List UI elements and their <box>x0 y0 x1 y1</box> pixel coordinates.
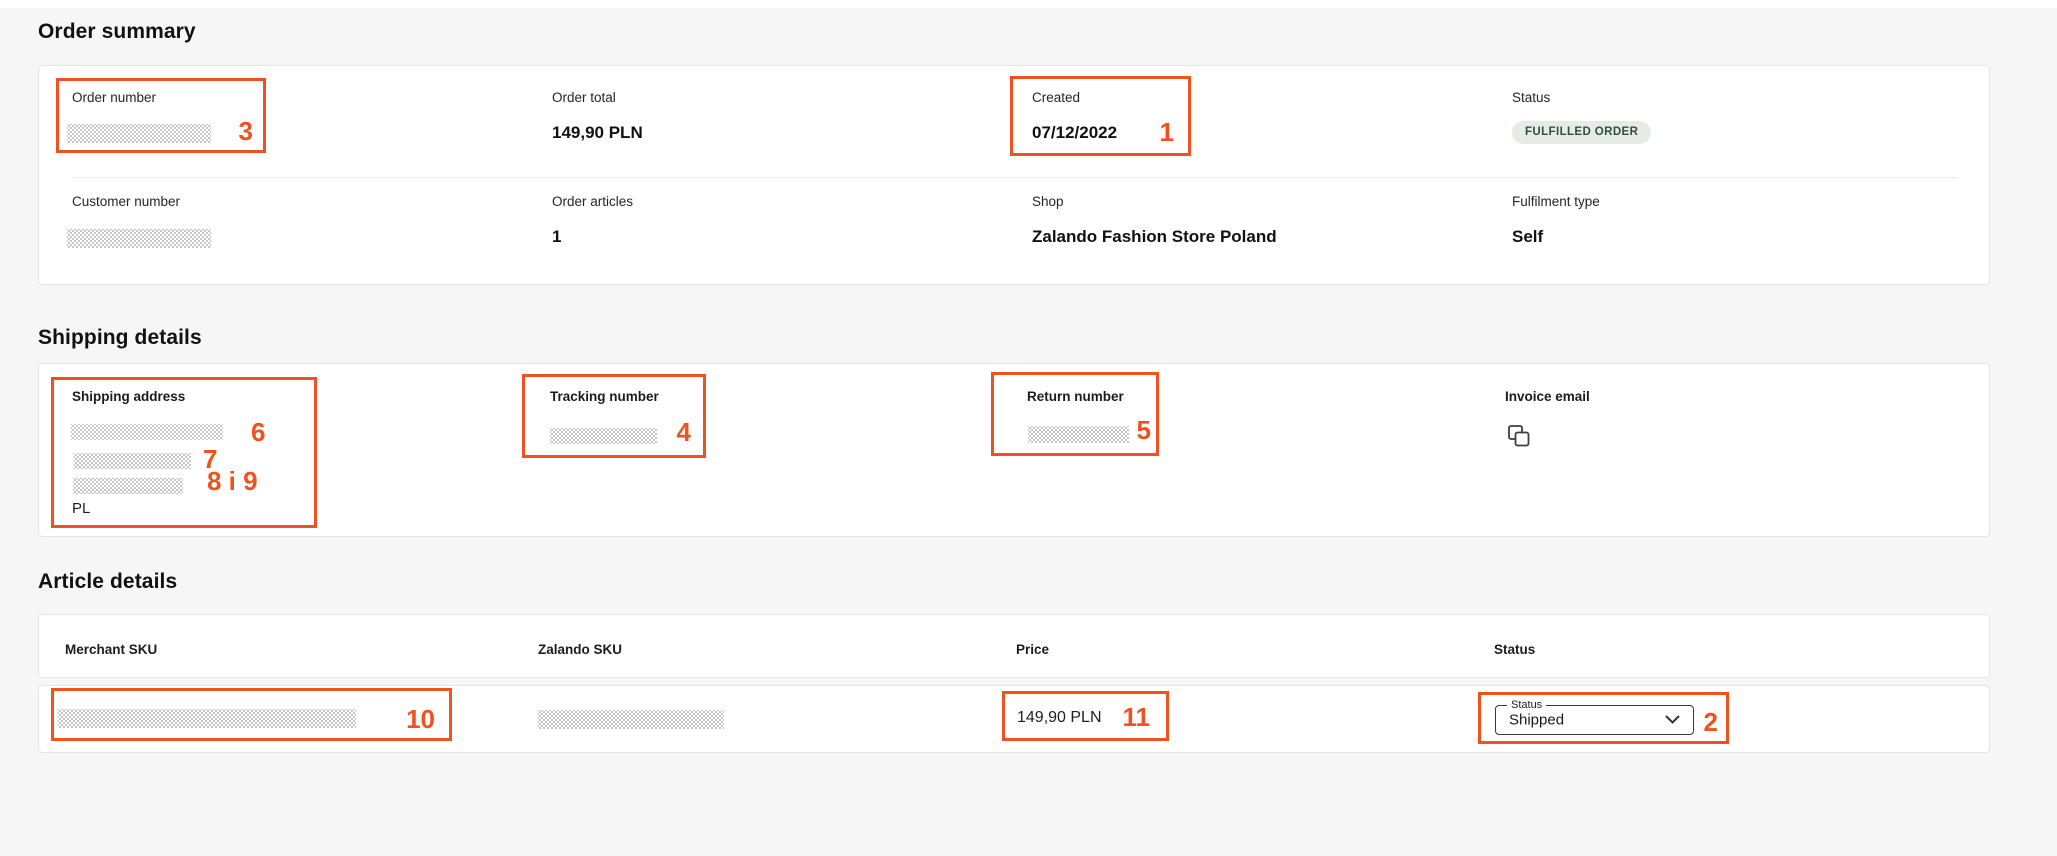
order-articles-value: 1 <box>552 227 561 247</box>
article-details-heading: Article details <box>38 570 177 594</box>
order-articles-label: Order articles <box>552 194 633 210</box>
shop-label: Shop <box>1032 194 1064 210</box>
order-total-value: 149,90 PLN <box>552 123 643 143</box>
fulfilment-type-value: Self <box>1512 227 1543 247</box>
annotation-number-6: 6 <box>251 419 265 445</box>
created-label: Created <box>1032 90 1080 106</box>
article-table-header: Merchant SKU Zalando SKU Price Status <box>38 614 1990 678</box>
customer-number-label: Customer number <box>72 194 180 210</box>
return-number-redacted <box>1028 426 1129 443</box>
shipping-details-card: Shipping address Tracking number Return … <box>38 363 1990 537</box>
order-total-label: Order total <box>552 90 616 106</box>
status-label: Status <box>1512 90 1550 106</box>
top-strip <box>0 0 2057 8</box>
shop-value: Zalando Fashion Store Poland <box>1032 227 1277 247</box>
status-select-value: Shipped <box>1509 712 1564 729</box>
tracking-number-label: Tracking number <box>550 389 659 405</box>
fulfilment-type-label: Fulfilment type <box>1512 194 1600 210</box>
order-number-label: Order number <box>72 90 156 106</box>
annotation-number-8i9: 8 i 9 <box>207 468 258 494</box>
row-divider <box>72 177 1958 178</box>
col-zalando-sku: Zalando SKU <box>538 642 622 658</box>
col-merchant-sku: Merchant SKU <box>65 642 157 658</box>
article-price: 149,90 PLN <box>1017 709 1102 727</box>
merchant-sku-redacted <box>58 709 356 728</box>
col-status: Status <box>1494 642 1535 658</box>
order-detail-page: Order summary Order number Order total C… <box>0 0 2057 856</box>
order-summary-card: Order number Order total Created Status … <box>38 65 1990 285</box>
article-table-row: 149,90 PLN Status Shipped <box>38 685 1990 753</box>
chevron-down-icon <box>1665 711 1680 729</box>
copy-icon[interactable] <box>1507 424 1531 448</box>
order-summary-heading: Order summary <box>38 20 196 44</box>
customer-number-redacted <box>67 229 211 248</box>
zalando-sku-redacted <box>538 710 724 729</box>
status-select[interactable]: Status Shipped <box>1495 705 1694 735</box>
order-number-redacted <box>67 124 211 143</box>
address-country: PL <box>72 500 90 518</box>
created-value: 07/12/2022 <box>1032 123 1117 143</box>
status-badge: FULFILLED ORDER <box>1512 121 1651 144</box>
address-line3-redacted <box>73 478 183 494</box>
tracking-number-redacted <box>550 428 657 444</box>
invoice-email-label: Invoice email <box>1505 389 1590 405</box>
return-number-label: Return number <box>1027 389 1124 405</box>
address-line2-redacted <box>74 453 191 469</box>
col-price: Price <box>1016 642 1049 658</box>
shipping-details-heading: Shipping details <box>38 326 202 350</box>
address-line1-redacted <box>71 424 223 440</box>
status-select-label: Status <box>1507 699 1546 712</box>
shipping-address-label: Shipping address <box>72 389 185 405</box>
